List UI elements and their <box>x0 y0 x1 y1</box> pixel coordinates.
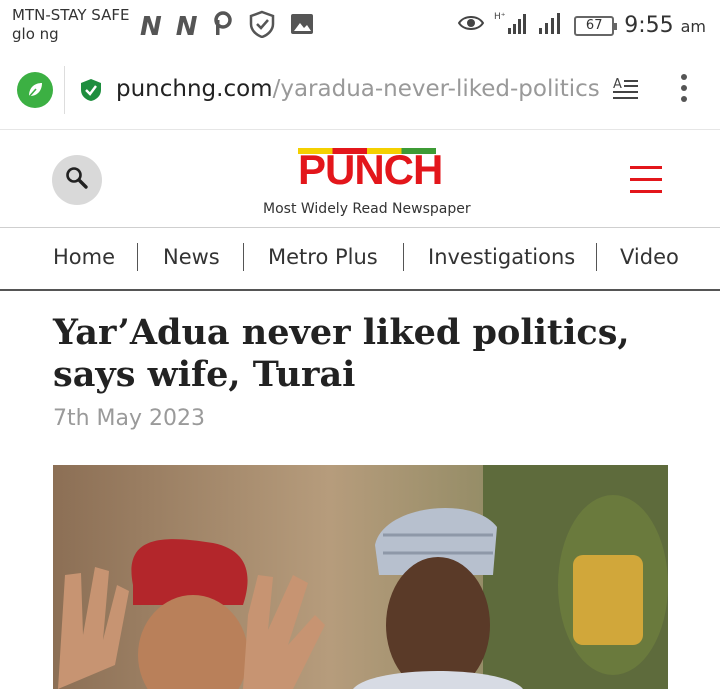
notification-icons: N N <box>140 10 314 43</box>
nav-item-home[interactable]: Home <box>53 245 115 269</box>
battery-icon: 67 <box>574 15 618 36</box>
article-date: 7th May 2023 <box>53 406 206 431</box>
address-bar[interactable]: punchng.com/yaradua-never-liked-politics… <box>116 76 600 102</box>
p-app-icon <box>212 11 234 42</box>
news-notification-icon: N <box>140 11 162 42</box>
nav-item-news[interactable]: News <box>163 245 220 269</box>
browser-toolbar: punchng.com/yaradua-never-liked-politics… <box>0 50 720 130</box>
nav-separator <box>596 243 597 271</box>
clock-ampm: am <box>680 17 706 36</box>
site-header: PUNCH Most Widely Read Newspaper <box>0 131 720 228</box>
nav-separator <box>403 243 404 271</box>
toolbar-divider <box>64 66 65 114</box>
search-button[interactable] <box>52 155 102 205</box>
eye-icon <box>458 14 485 37</box>
shield-check-icon <box>248 10 276 43</box>
main-nav: Home News Metro Plus Investigations Vide… <box>0 229 720 291</box>
menu-icon[interactable] <box>630 166 662 194</box>
carrier-line-2: glo ng <box>12 25 59 43</box>
svg-text:A: A <box>613 77 622 92</box>
search-icon <box>65 166 89 195</box>
svg-text:H⁺: H⁺ <box>494 12 506 22</box>
secure-shield-icon[interactable] <box>80 78 102 107</box>
carrier-line-1: MTN-STAY SAFE <box>12 6 130 24</box>
news-notification-icon: N <box>175 11 198 42</box>
clock-time: 9:55 <box>624 13 674 38</box>
site-tagline: Most Widely Read Newspaper <box>263 201 471 217</box>
nav-item-video[interactable]: Video <box>620 245 679 269</box>
reader-mode-icon[interactable]: A <box>612 76 640 107</box>
signal-h-plus-icon: H⁺ <box>494 10 528 41</box>
nav-separator <box>137 243 138 271</box>
signal-icon <box>538 11 564 40</box>
clock: 9:55 am <box>624 13 706 38</box>
article-hero-image[interactable] <box>53 465 668 689</box>
data-saver-leaf-icon[interactable] <box>17 72 53 108</box>
nav-separator <box>243 243 244 271</box>
nav-item-metro-plus[interactable]: Metro Plus <box>268 245 378 269</box>
status-bar: MTN-STAY SAFE glo ng N N H⁺ 67 9:55 am <box>0 0 720 50</box>
image-icon <box>290 12 314 41</box>
status-right: H⁺ 67 9:55 am <box>458 10 706 41</box>
nav-item-investigations[interactable]: Investigations <box>428 245 575 269</box>
url-host: punchng.com <box>116 76 273 102</box>
more-options-icon[interactable] <box>678 74 690 106</box>
article-headline: Yar’Adua never liked politics, says wife… <box>53 312 630 395</box>
site-logo[interactable]: PUNCH <box>298 149 443 191</box>
carrier-info: MTN-STAY SAFE glo ng <box>12 6 129 44</box>
url-path: /yaradua-never-liked-politics-says <box>272 76 600 102</box>
